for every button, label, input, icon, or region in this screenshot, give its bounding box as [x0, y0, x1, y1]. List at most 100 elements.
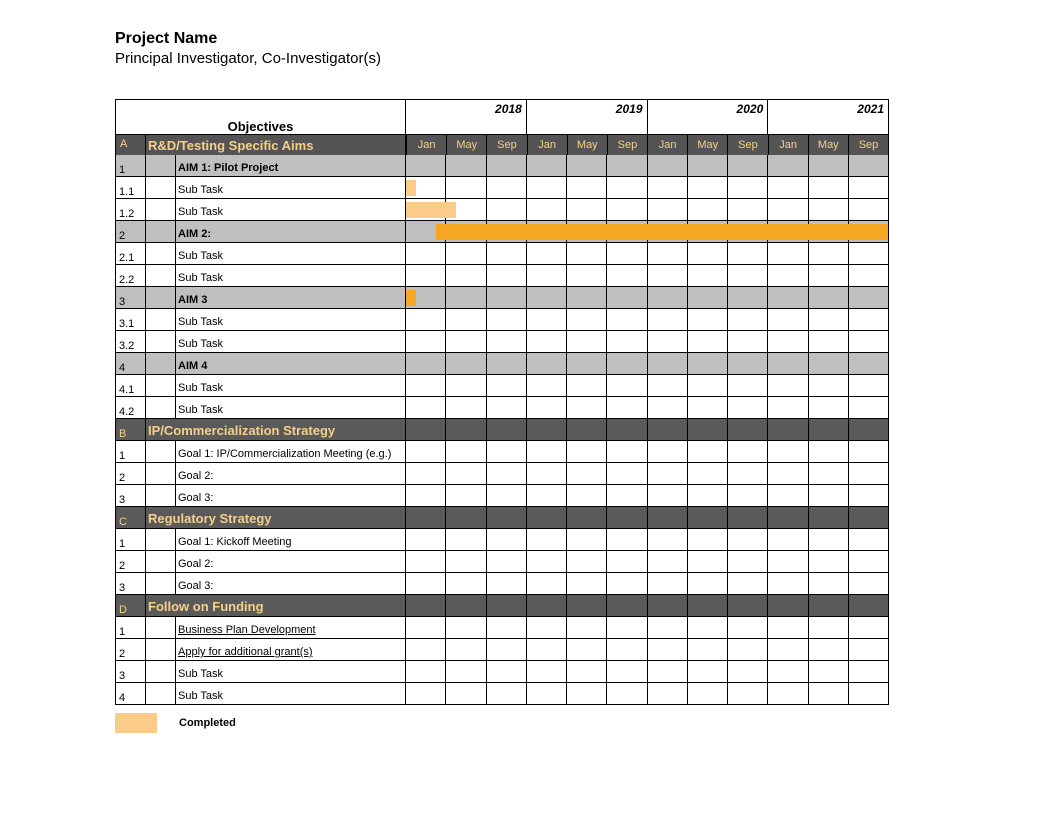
task-row: 1Goal 1: Kickoff Meeting [116, 529, 888, 551]
row-label: Goal 3: [176, 485, 406, 506]
group-row: 2AIM 2: [116, 221, 888, 243]
month-label: Sep [727, 135, 767, 155]
row-id: 3 [116, 287, 146, 308]
row-timeline [406, 617, 888, 638]
task-row: 2 Goal 2: [116, 551, 888, 573]
section-row: DFollow on Funding [116, 595, 888, 617]
row-id: C [116, 507, 146, 528]
row-id: 2 [116, 639, 146, 660]
task-row: 4Sub Task [116, 683, 888, 705]
gantt-bar [436, 224, 888, 240]
section-row: BIP/Commercialization Strategy [116, 419, 888, 441]
row-timeline [406, 331, 888, 352]
row-timeline [406, 155, 888, 176]
row-label: Sub Task [176, 177, 406, 198]
indent-spacer [146, 485, 176, 506]
row-label: AIM 4 [176, 353, 406, 374]
row-label: Goal 3: [176, 573, 406, 594]
row-timeline [406, 441, 888, 462]
section-title: Follow on Funding [146, 595, 406, 616]
task-row: 1 Goal 1: IP/Commercialization Meeting (e… [116, 441, 888, 463]
month-label: Jan [647, 135, 687, 155]
row-id: D [116, 595, 146, 616]
indent-spacer [146, 287, 176, 308]
row-timeline [406, 397, 888, 418]
month-label: Jan [527, 135, 567, 155]
row-label: Goal 2: [176, 463, 406, 484]
section-title: R&D/Testing Specific Aims [146, 135, 405, 155]
task-row: 2Goal 2: [116, 463, 888, 485]
indent-spacer [146, 265, 176, 286]
row-timeline [406, 243, 888, 264]
task-row: 1.1 Sub Task [116, 177, 888, 199]
row-timeline [406, 199, 888, 220]
indent-spacer [146, 199, 176, 220]
row-timeline [406, 683, 888, 704]
row-id: 3.2 [116, 331, 146, 352]
indent-spacer [146, 177, 176, 198]
row-id: 4.2 [116, 397, 146, 418]
row-timeline [406, 507, 888, 528]
project-subtitle: Principal Investigator, Co-Investigator(… [115, 50, 1012, 67]
task-row: 3Goal 3: [116, 573, 888, 595]
row-id: 4 [116, 683, 146, 704]
row-label: Sub Task [176, 661, 406, 682]
row-id: 3 [116, 485, 146, 506]
gantt-document: Project Name Principal Investigator, Co-… [0, 0, 1057, 733]
row-label: Business Plan Development [176, 617, 406, 638]
row-label: Goal 1: IP/Commercialization Meeting (e.… [176, 441, 406, 462]
section-title: IP/Commercialization Strategy [146, 419, 406, 440]
month-label: May [567, 135, 607, 155]
row-label: AIM 1: Pilot Project [176, 155, 406, 176]
row-id: 3 [116, 661, 146, 682]
gantt-chart: Objectives 2018201920202021 AR&D/Testing… [115, 99, 889, 705]
indent-spacer [146, 573, 176, 594]
row-label: Sub Task [176, 199, 406, 220]
row-id: 1 [116, 441, 146, 462]
row-id: 4.1 [116, 375, 146, 396]
row-timeline [406, 529, 888, 550]
row-id: 1.2 [116, 199, 146, 220]
month-label: Sep [486, 135, 526, 155]
section-title: Regulatory Strategy [146, 507, 406, 528]
row-timeline [406, 221, 888, 242]
indent-spacer [146, 353, 176, 374]
month-label: Sep [848, 135, 888, 155]
year-label: 2020 [647, 100, 768, 134]
row-id: 2.2 [116, 265, 146, 286]
row-timeline [406, 177, 888, 198]
gantt-bar [406, 202, 456, 218]
row-label: Goal 2: [176, 551, 406, 572]
task-row: 1 Business Plan Development [116, 617, 888, 639]
task-row: 3.1Sub Task [116, 309, 888, 331]
row-id: 1 [116, 617, 146, 638]
task-row: 4.1Sub Task [116, 375, 888, 397]
indent-spacer [146, 331, 176, 352]
legend-label-completed: Completed [179, 717, 236, 729]
task-row: 2 Apply for additional grant(s) [116, 639, 888, 661]
group-row: 3AIM 3 [116, 287, 888, 309]
row-id: 3.1 [116, 309, 146, 330]
row-id: 1.1 [116, 177, 146, 198]
section-row: CRegulatory Strategy [116, 507, 888, 529]
gantt-body: AR&D/Testing Specific AimsJanMaySepJanMa… [116, 134, 888, 705]
indent-spacer [146, 617, 176, 638]
task-row: 3.2Sub Task [116, 331, 888, 353]
task-row: 4.2Sub Task [116, 397, 888, 419]
task-row: 3 Goal 3: [116, 485, 888, 507]
row-timeline [406, 573, 888, 594]
row-label: Apply for additional grant(s) [176, 639, 406, 660]
gantt-header: Objectives 2018201920202021 [116, 100, 888, 134]
row-timeline [406, 661, 888, 682]
indent-spacer [146, 529, 176, 550]
row-label: Sub Task [176, 243, 406, 264]
row-id: 2 [116, 551, 146, 572]
indent-spacer [146, 639, 176, 660]
year-row: Objectives 2018201920202021 [116, 100, 888, 134]
indent-spacer [146, 397, 176, 418]
row-timeline [406, 265, 888, 286]
row-id: 2.1 [116, 243, 146, 264]
row-timeline [406, 287, 888, 308]
row-id: 1 [116, 529, 146, 550]
indent-spacer [146, 661, 176, 682]
